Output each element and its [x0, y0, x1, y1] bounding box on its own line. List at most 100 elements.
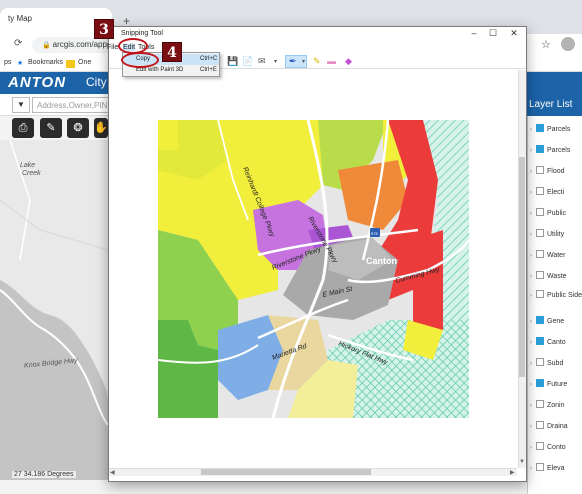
layer-item[interactable]: › Waste [530, 271, 582, 283]
map-label-canton: Canton [366, 256, 397, 266]
horizontal-scroll-thumb[interactable] [201, 469, 371, 475]
menu-paint3d-shortcut: Ctrl+E [200, 67, 217, 73]
layer-item[interactable]: › Eleva [530, 463, 582, 475]
layer-checkbox[interactable] [536, 337, 544, 345]
bookmark-bookmarks[interactable]: Bookmarks [28, 59, 63, 66]
layer-checkbox[interactable] [536, 379, 544, 387]
background-map[interactable]: Lake Creek Knox Bridge Hwy [0, 140, 108, 480]
layer-label: Eleva [547, 465, 565, 472]
profile-avatar[interactable] [561, 37, 575, 51]
scroll-left-icon[interactable]: ◀ [110, 469, 115, 476]
lock-icon: 🔒 [42, 42, 53, 49]
layer-checkbox[interactable] [536, 187, 544, 195]
basemap-button[interactable]: ❂ [67, 118, 89, 138]
layer-list-header: Layer List [527, 94, 582, 116]
app-logo-city: City [86, 75, 107, 89]
scroll-down-icon[interactable]: ▼ [519, 459, 525, 465]
draw-button[interactable]: ✎ [40, 118, 62, 138]
search-input[interactable]: Address,Owner,PIN, [32, 97, 112, 113]
step-4-badge: 4 [162, 42, 182, 62]
layer-item[interactable]: › Future [530, 379, 582, 391]
pen-icon[interactable]: ✒ [289, 56, 297, 67]
layer-label: Conto [547, 444, 566, 451]
layer-label: Public Sidew [547, 292, 582, 299]
layer-label: Waste [547, 273, 567, 280]
scale-readout: 27 34.186 Degrees [12, 471, 76, 478]
snip-title: Snipping Tool [121, 30, 163, 37]
bg-map-label-lake: Lake [20, 162, 36, 169]
bookmark-one[interactable]: One [78, 59, 91, 66]
layer-item[interactable]: ›Public Sidew [530, 290, 582, 302]
snip-titlebar[interactable]: Snipping Tool – ☐ ✕ [109, 27, 526, 43]
layer-label: Water [547, 252, 566, 259]
reload-icon[interactable]: ⟳ [14, 38, 22, 49]
minimize-button[interactable]: – [465, 28, 483, 38]
layer-item[interactable]: › Draina [530, 421, 582, 433]
maximize-button[interactable]: ☐ [484, 28, 502, 39]
layer-item[interactable]: › Flood [530, 166, 582, 178]
paint3d-icon[interactable]: ◆ [345, 56, 352, 67]
copy-highlight-circle [121, 52, 159, 68]
layer-item[interactable]: › Utility [530, 229, 582, 241]
layer-label: Canto [547, 339, 566, 346]
layer-item[interactable]: › Public [530, 208, 582, 220]
browser-tab-title: ty Map [8, 14, 33, 23]
menu-file[interactable]: File [107, 44, 118, 51]
layer-checkbox[interactable] [536, 421, 544, 429]
layer-label: Public [547, 210, 567, 217]
layer-label: Gene [547, 318, 565, 325]
send-icon[interactable]: ✉ [258, 56, 266, 67]
search-type-dropdown[interactable]: ▼ [12, 97, 30, 113]
layer-checkbox[interactable] [536, 166, 544, 174]
layer-label: Draina [547, 423, 568, 430]
print-button[interactable]: ⎙ [12, 118, 34, 138]
layer-item[interactable]: › Water [530, 250, 582, 262]
layer-item[interactable]: › Electi [530, 187, 582, 199]
address-text: arcgis.com/apps/ [52, 40, 114, 49]
tool-button-4[interactable]: ✋ [94, 118, 108, 138]
send-dropdown-icon[interactable]: ▾ [274, 58, 277, 65]
layer-label: Future [547, 381, 568, 388]
layer-item[interactable]: › Parcels [530, 145, 582, 157]
copy-icon[interactable]: 📄 [242, 56, 253, 67]
layer-item[interactable]: › Canto [530, 337, 582, 349]
layer-label: Electi [547, 189, 565, 196]
layer-label: Parcels [547, 147, 571, 154]
layer-label: Subd [547, 360, 564, 367]
step-3-badge: 3 [94, 19, 114, 39]
layer-item[interactable]: › Gene [530, 316, 582, 328]
save-icon[interactable]: 💾 [227, 56, 238, 67]
folder-icon [66, 60, 75, 68]
eraser-icon[interactable]: ▬ [327, 56, 336, 66]
layer-checkbox[interactable] [536, 229, 544, 237]
layer-item[interactable]: › Subd [530, 358, 582, 370]
interstate-shield-label: 575 [371, 231, 378, 236]
vertical-scroll-thumb[interactable] [519, 157, 525, 377]
layer-label: Parcels [547, 126, 571, 133]
app-logo: ANTON [8, 74, 67, 91]
layer-label: Flood [547, 168, 565, 175]
bookmark-apps[interactable]: ps [4, 59, 11, 66]
layer-checkbox[interactable] [536, 271, 544, 279]
layer-checkbox[interactable] [536, 145, 544, 153]
layer-item[interactable]: › Conto [530, 442, 582, 454]
pen-dropdown-icon[interactable]: ▾ [302, 58, 305, 65]
layer-checkbox[interactable] [536, 400, 544, 408]
layer-item[interactable]: › Zonin [530, 400, 582, 412]
layer-checkbox[interactable] [536, 290, 544, 298]
captured-map-image: 575 Reinhardt College Pkwy Riverstone Pk… [158, 120, 469, 418]
layer-checkbox[interactable] [536, 358, 544, 366]
layer-label: Zonin [547, 402, 565, 409]
highlighter-icon[interactable]: ✎ [313, 56, 321, 67]
bg-map-label-creek: Creek [22, 170, 41, 177]
layer-checkbox[interactable] [536, 124, 544, 132]
layer-checkbox[interactable] [536, 463, 544, 471]
scroll-right-icon[interactable]: ▶ [510, 469, 515, 476]
layer-item[interactable]: › Parcels [530, 124, 582, 136]
close-button[interactable]: ✕ [505, 28, 523, 39]
layer-checkbox[interactable] [536, 250, 544, 258]
layer-checkbox[interactable] [536, 316, 544, 324]
star-icon[interactable]: ☆ [541, 38, 551, 51]
layer-checkbox[interactable] [536, 442, 544, 450]
layer-checkbox[interactable] [536, 208, 544, 216]
